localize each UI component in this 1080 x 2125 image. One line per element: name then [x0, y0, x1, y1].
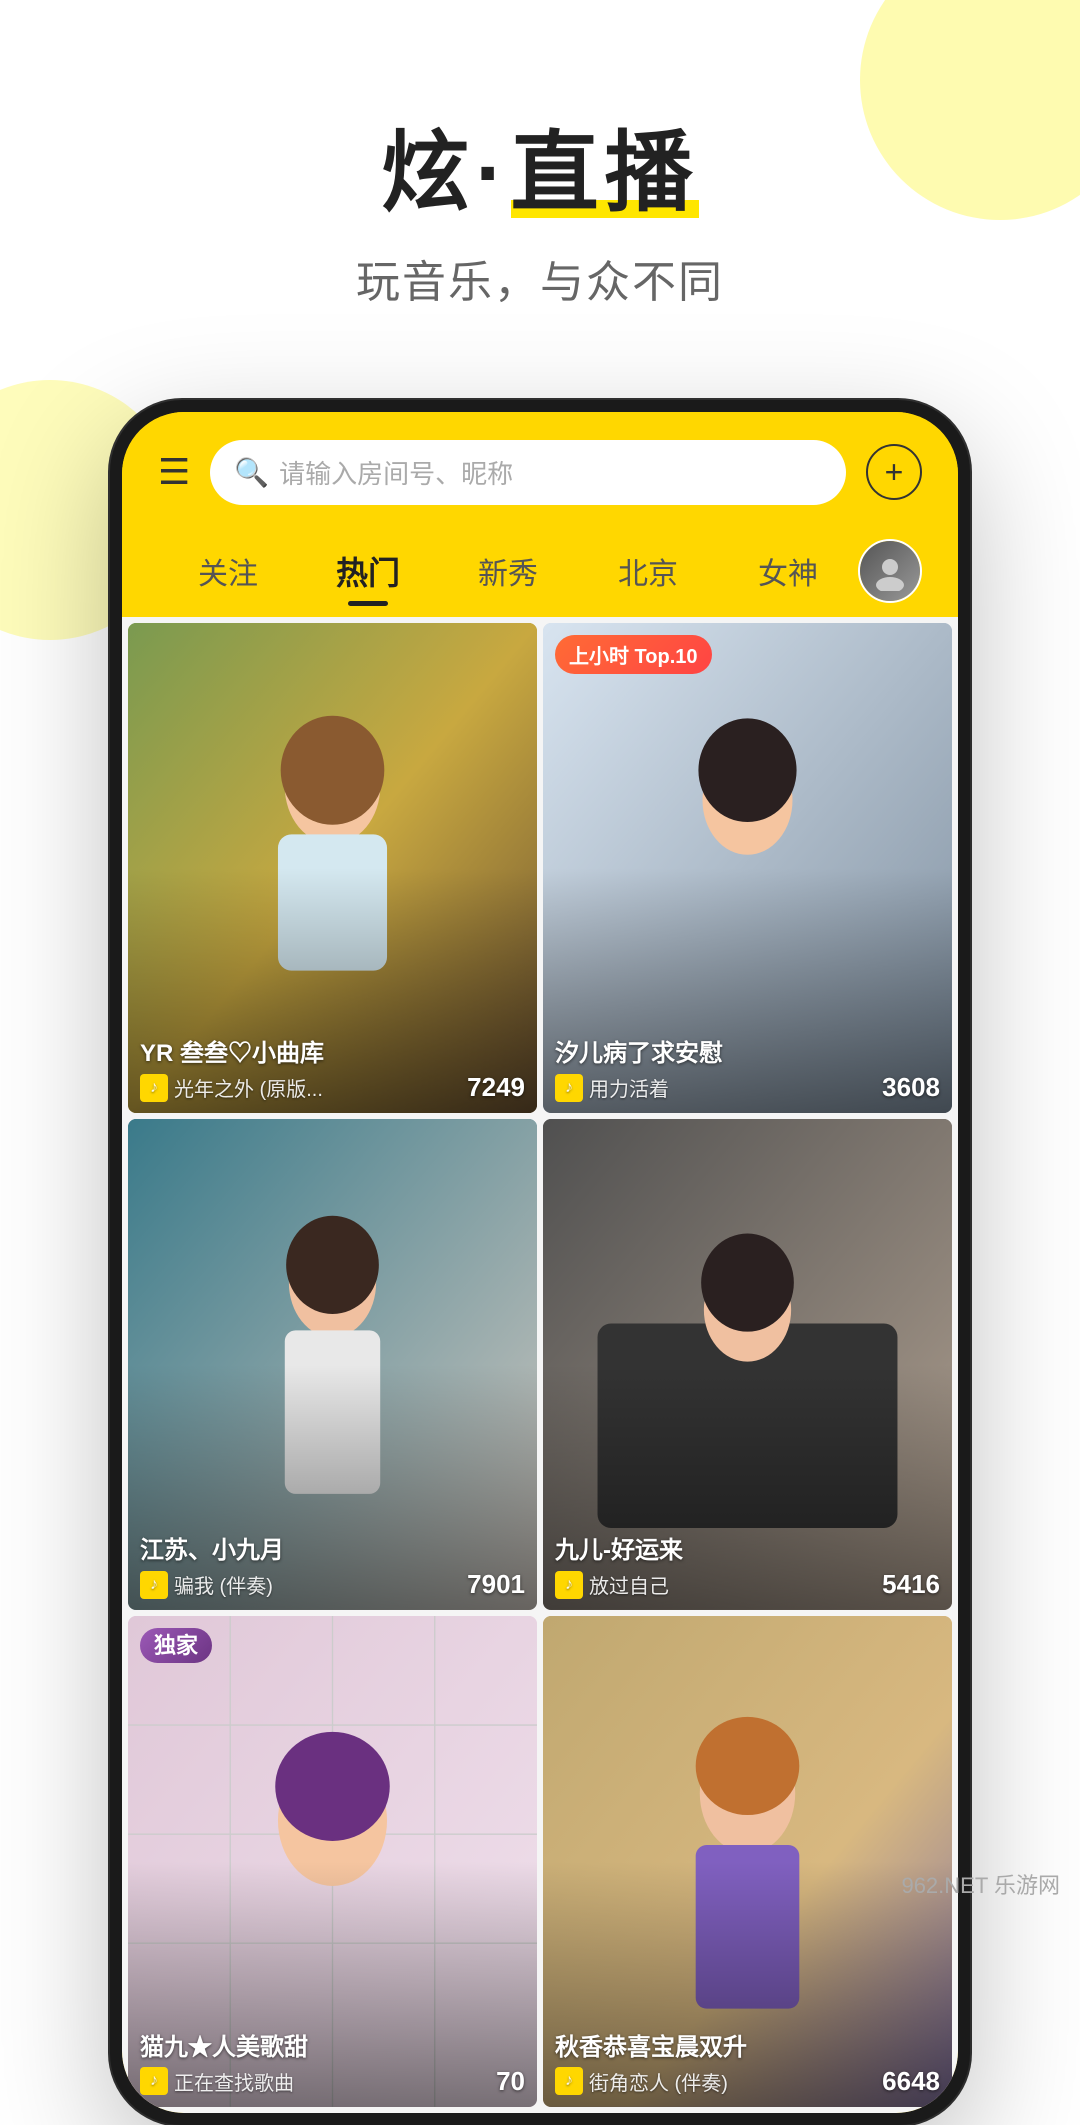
- stream-info-4: 九儿-好运来 ♪ 放过自己 5416: [543, 1520, 952, 1610]
- phone-inner: ☰ 🔍 请输入房间号、昵称 + 关注 热门 新秀 北京 女神: [122, 412, 958, 2113]
- main-title-part2: 直播: [511, 123, 699, 222]
- music-icon-1: ♪: [140, 1074, 168, 1102]
- header-section: 炫·直播 玩音乐，与众不同: [0, 0, 1080, 370]
- viewer-count-4: 5416: [882, 1569, 940, 1600]
- stream-item-1[interactable]: YR 叁叁♡小曲库 ♪ 光年之外 (原版... 7249: [128, 623, 537, 1114]
- exclusive-badge-5: 独家: [140, 1628, 212, 1660]
- stream-info-6: 秋香恭喜宝晨双升 ♪ 街角恋人 (伴奏) 6648: [543, 2017, 952, 2107]
- viewer-count-6: 6648: [882, 2066, 940, 2097]
- song-row-4: ♪ 放过自己 5416: [555, 1569, 940, 1600]
- search-bar[interactable]: 🔍 请输入房间号、昵称: [210, 440, 846, 505]
- stream-info-1: YR 叁叁♡小曲库 ♪ 光年之外 (原版... 7249: [128, 1023, 537, 1113]
- nav-tab-beijing[interactable]: 北京: [578, 541, 718, 601]
- phone-wrapper: ☰ 🔍 请输入房间号、昵称 + 关注 热门 新秀 北京 女神: [0, 400, 1080, 2125]
- viewer-count-1: 7249: [467, 1072, 525, 1103]
- viewer-count-3: 7901: [467, 1569, 525, 1600]
- song-row-2: ♪ 用力活着 3608: [555, 1072, 940, 1103]
- watermark: 962.NET 乐游网: [901, 1868, 1060, 1900]
- streamer-name-4: 九儿-好运来: [555, 1530, 940, 1565]
- song-row-5: ♪ 正在查找歌曲 70: [140, 2066, 525, 2097]
- stream-item-5[interactable]: 独家 猫九★人美歌甜 ♪ 正在查找歌曲 70: [128, 1616, 537, 2107]
- stream-info-5: 猫九★人美歌甜 ♪ 正在查找歌曲 70: [128, 2017, 537, 2107]
- streamer-name-5: 猫九★人美歌甜: [140, 2027, 525, 2062]
- music-icon-3: ♪: [140, 1571, 168, 1599]
- viewer-count-5: 70: [496, 2066, 525, 2097]
- stream-info-2: 汐儿病了求安慰 ♪ 用力活着 3608: [543, 1023, 952, 1113]
- streamer-name-2: 汐儿病了求安慰: [555, 1033, 940, 1068]
- main-title-part1: 炫·: [381, 123, 510, 222]
- plus-button[interactable]: +: [866, 444, 922, 500]
- stream-item-4[interactable]: 九儿-好运来 ♪ 放过自己 5416: [543, 1119, 952, 1610]
- nav-tab-xinxiu[interactable]: 新秀: [438, 541, 578, 601]
- search-icon: 🔍: [234, 456, 269, 489]
- song-row-6: ♪ 街角恋人 (伴奏) 6648: [555, 2066, 940, 2097]
- music-icon-6: ♪: [555, 2067, 583, 2095]
- search-placeholder: 请输入房间号、昵称: [279, 454, 513, 491]
- phone-top-bar: ☰ 🔍 请输入房间号、昵称 +: [122, 412, 958, 521]
- stream-item-3[interactable]: 江苏、小九月 ♪ 骗我 (伴奏) 7901: [128, 1119, 537, 1610]
- song-row-3: ♪ 骗我 (伴奏) 7901: [140, 1569, 525, 1600]
- main-title: 炫·直播: [0, 120, 1080, 226]
- nav-tabs: 关注 热门 新秀 北京 女神: [122, 521, 958, 617]
- search-row: ☰ 🔍 请输入房间号、昵称 +: [158, 440, 922, 505]
- sub-title: 玩音乐，与众不同: [0, 246, 1080, 310]
- nav-tab-guanzhu[interactable]: 关注: [158, 541, 298, 601]
- song-info-6: ♪ 街角恋人 (伴奏): [555, 2067, 728, 2096]
- song-info-5: ♪ 正在查找歌曲: [140, 2067, 294, 2096]
- stream-item-2[interactable]: 上小时 Top.10 汐儿病了求安慰 ♪ 用力活着 3608: [543, 623, 952, 1114]
- stream-item-6[interactable]: 秋香恭喜宝晨双升 ♪ 街角恋人 (伴奏) 6648: [543, 1616, 952, 2107]
- streamer-name-6: 秋香恭喜宝晨双升: [555, 2027, 940, 2062]
- top-badge-2: 上小时 Top.10: [555, 635, 712, 674]
- streamer-name-1: YR 叁叁♡小曲库: [140, 1033, 525, 1068]
- streamer-name-3: 江苏、小九月: [140, 1530, 525, 1565]
- song-info-3: ♪ 骗我 (伴奏): [140, 1570, 273, 1599]
- hamburger-icon[interactable]: ☰: [158, 454, 190, 490]
- phone-mockup: ☰ 🔍 请输入房间号、昵称 + 关注 热门 新秀 北京 女神: [110, 400, 970, 2125]
- viewer-count-2: 3608: [882, 1072, 940, 1103]
- song-info-2: ♪ 用力活着: [555, 1073, 669, 1102]
- nav-tab-nvsheng[interactable]: 女神: [718, 541, 858, 601]
- music-icon-5: ♪: [140, 2067, 168, 2095]
- stream-info-3: 江苏、小九月 ♪ 骗我 (伴奏) 7901: [128, 1520, 537, 1610]
- nav-tab-hot[interactable]: 热门: [298, 540, 438, 602]
- song-info-1: ♪ 光年之外 (原版...: [140, 1073, 323, 1102]
- music-icon-4: ♪: [555, 1571, 583, 1599]
- content-grid: YR 叁叁♡小曲库 ♪ 光年之外 (原版... 7249: [122, 617, 958, 2113]
- music-icon-2: ♪: [555, 1074, 583, 1102]
- song-info-4: ♪ 放过自己: [555, 1570, 669, 1599]
- nav-avatar[interactable]: [858, 539, 922, 603]
- nav-avatar-image: [860, 541, 920, 601]
- song-row-1: ♪ 光年之外 (原版... 7249: [140, 1072, 525, 1103]
